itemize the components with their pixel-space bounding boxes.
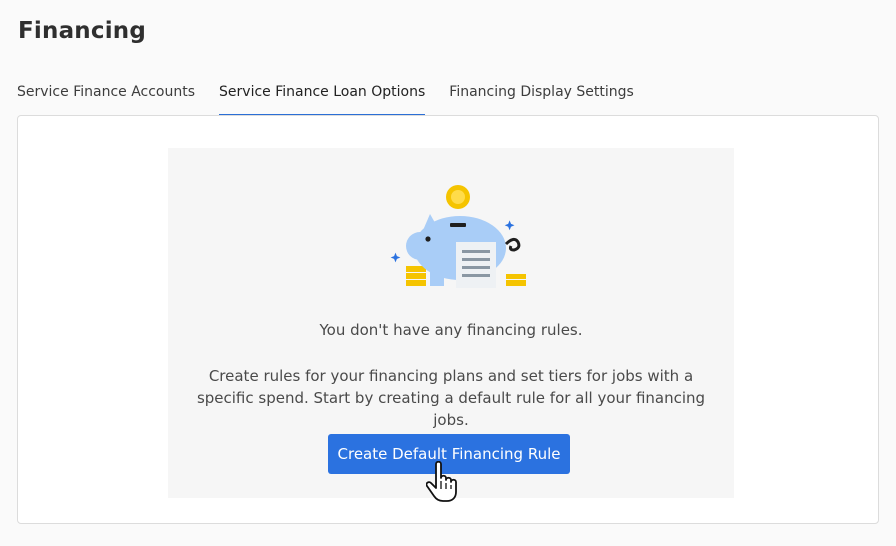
page-title: Financing <box>18 18 147 44</box>
empty-state: You don't have any financing rules. Crea… <box>168 148 734 502</box>
tab-bar: Service Finance Accounts Service Finance… <box>17 78 634 116</box>
tab-service-finance-loan-options[interactable]: Service Finance Loan Options <box>219 78 426 116</box>
empty-state-description: Create rules for your financing plans an… <box>196 367 706 429</box>
hand-pointer-icon <box>426 461 457 502</box>
empty-state-title: You don't have any financing rules. <box>319 321 583 339</box>
content-card: You don't have any financing rules. Crea… <box>17 115 879 524</box>
piggy-bank-icon <box>390 185 526 288</box>
tab-financing-display-settings[interactable]: Financing Display Settings <box>449 78 634 116</box>
tab-service-finance-accounts[interactable]: Service Finance Accounts <box>17 78 195 116</box>
